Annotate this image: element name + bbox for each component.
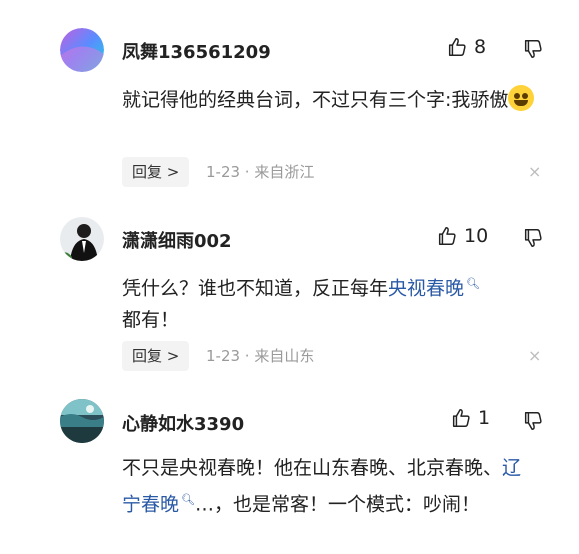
reply-button[interactable]: 回复 > bbox=[122, 157, 190, 187]
username[interactable]: 凤舞136561209 bbox=[122, 38, 271, 64]
comment-text-after: …，也是常客！一个模式：吵闹！ bbox=[194, 493, 480, 516]
thumbs-down-icon[interactable] bbox=[522, 38, 544, 60]
like-button[interactable]: 8 bbox=[446, 36, 486, 58]
search-icon: 🔍︎ bbox=[181, 493, 195, 506]
like-button[interactable]: 10 bbox=[436, 225, 488, 247]
search-link[interactable]: 央视春晚 bbox=[388, 277, 464, 299]
avatar[interactable] bbox=[60, 28, 104, 72]
comment-meta: 1-23 · 来自山东 bbox=[206, 347, 315, 365]
thumbs-down-icon[interactable] bbox=[522, 410, 544, 432]
search-icon: 🔍︎ bbox=[466, 277, 480, 290]
like-count: 10 bbox=[464, 225, 489, 247]
comment-text-before: 凭什么？谁也不知道，反正每年 bbox=[122, 277, 389, 300]
comment-text-before: 不只是央视春晚！他在山东春晚、北京春晚、 bbox=[122, 457, 503, 479]
comment-text-content: 就记得他的经典台词，不过只有三个字:我骄傲 bbox=[122, 89, 509, 111]
comment-text: 就记得他的经典台词，不过只有三个字:我骄傲 bbox=[122, 84, 542, 116]
like-count: 1 bbox=[478, 407, 491, 429]
avatar[interactable] bbox=[60, 399, 104, 443]
username[interactable]: 心静如水3390 bbox=[122, 410, 244, 436]
laugh-tears-emoji-icon bbox=[508, 85, 535, 111]
like-count: 8 bbox=[474, 36, 487, 58]
close-icon[interactable]: × bbox=[528, 157, 541, 187]
comment-text-after: 都有！ bbox=[122, 309, 180, 332]
username[interactable]: 潇潇细雨002 bbox=[122, 227, 232, 253]
thumbs-down-icon[interactable] bbox=[522, 227, 544, 249]
thumbs-up-icon bbox=[452, 409, 470, 427]
like-button[interactable]: 1 bbox=[450, 407, 490, 429]
thumbs-up-icon bbox=[448, 38, 466, 56]
comment-text: 凭什么？谁也不知道，反正每年央视春晚 🔍︎ 都有！ bbox=[122, 268, 542, 336]
reply-button[interactable]: 回复 > bbox=[122, 341, 190, 371]
comment-meta: 1-23 · 来自浙江 bbox=[206, 163, 315, 181]
close-icon[interactable]: × bbox=[528, 341, 541, 371]
avatar[interactable] bbox=[60, 217, 104, 261]
thumbs-up-icon bbox=[438, 227, 456, 245]
comment-text: 不只是央视春晚！他在山东春晚、北京春晚、辽宁春晚 🔍︎…，也是常客！一个模式：吵闹… bbox=[122, 452, 532, 520]
